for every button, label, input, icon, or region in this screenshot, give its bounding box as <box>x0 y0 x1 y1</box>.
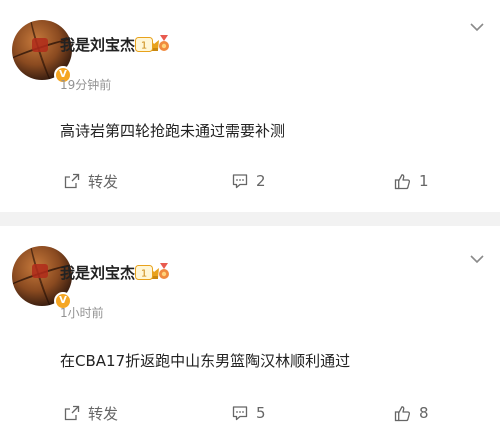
chevron-down-icon[interactable] <box>470 22 484 32</box>
action-bar: 转发 5 8 <box>0 398 500 428</box>
repost-label: 转发 <box>88 172 119 191</box>
svg-text:1: 1 <box>141 41 147 52</box>
comment-count: 2 <box>256 172 266 190</box>
comment-button[interactable]: 5 <box>232 398 266 428</box>
like-icon <box>394 173 411 189</box>
post-card[interactable]: V 我是刘宝杰 1 1小时前 在CBA17折返跑中山东男篮陶汉林顺利通过 转发 … <box>0 226 500 440</box>
medal-icon <box>159 35 169 51</box>
comment-icon <box>232 406 248 421</box>
medal-icon <box>159 263 169 279</box>
repost-button[interactable]: 转发 <box>64 166 118 196</box>
svg-text:1: 1 <box>141 269 147 280</box>
repost-icon <box>64 405 80 421</box>
like-button[interactable]: 8 <box>394 398 429 428</box>
comment-button[interactable]: 2 <box>232 166 266 196</box>
post-card[interactable]: V 我是刘宝杰 1 19分钟前 高诗岩第四轮抢跑未通过需要补测 转发 2 1 <box>0 0 500 212</box>
like-count: 1 <box>419 172 429 190</box>
chevron-down-icon[interactable] <box>470 254 484 264</box>
comment-count: 5 <box>256 404 266 422</box>
comment-icon <box>232 174 248 189</box>
like-button[interactable]: 1 <box>394 166 429 196</box>
post-text: 高诗岩第四轮抢跑未通过需要补测 <box>60 122 286 140</box>
repost-button[interactable]: 转发 <box>64 398 118 428</box>
weibo-feed: V 我是刘宝杰 1 19分钟前 高诗岩第四轮抢跑未通过需要补测 转发 2 1 V… <box>0 0 500 440</box>
action-bar: 转发 2 1 <box>0 166 500 196</box>
repost-icon <box>64 173 80 189</box>
level-badge-icon: 1 <box>135 265 153 280</box>
author-name[interactable]: 我是刘宝杰 <box>60 262 135 283</box>
post-separator <box>0 212 500 226</box>
repost-label: 转发 <box>88 404 119 423</box>
author-name[interactable]: 我是刘宝杰 <box>60 34 135 55</box>
like-icon <box>394 405 411 421</box>
like-count: 8 <box>419 404 429 422</box>
post-time: 19分钟前 <box>60 78 112 92</box>
post-time: 1小时前 <box>60 306 104 320</box>
post-text: 在CBA17折返跑中山东男篮陶汉林顺利通过 <box>60 352 351 370</box>
level-badge-icon: 1 <box>135 37 153 52</box>
